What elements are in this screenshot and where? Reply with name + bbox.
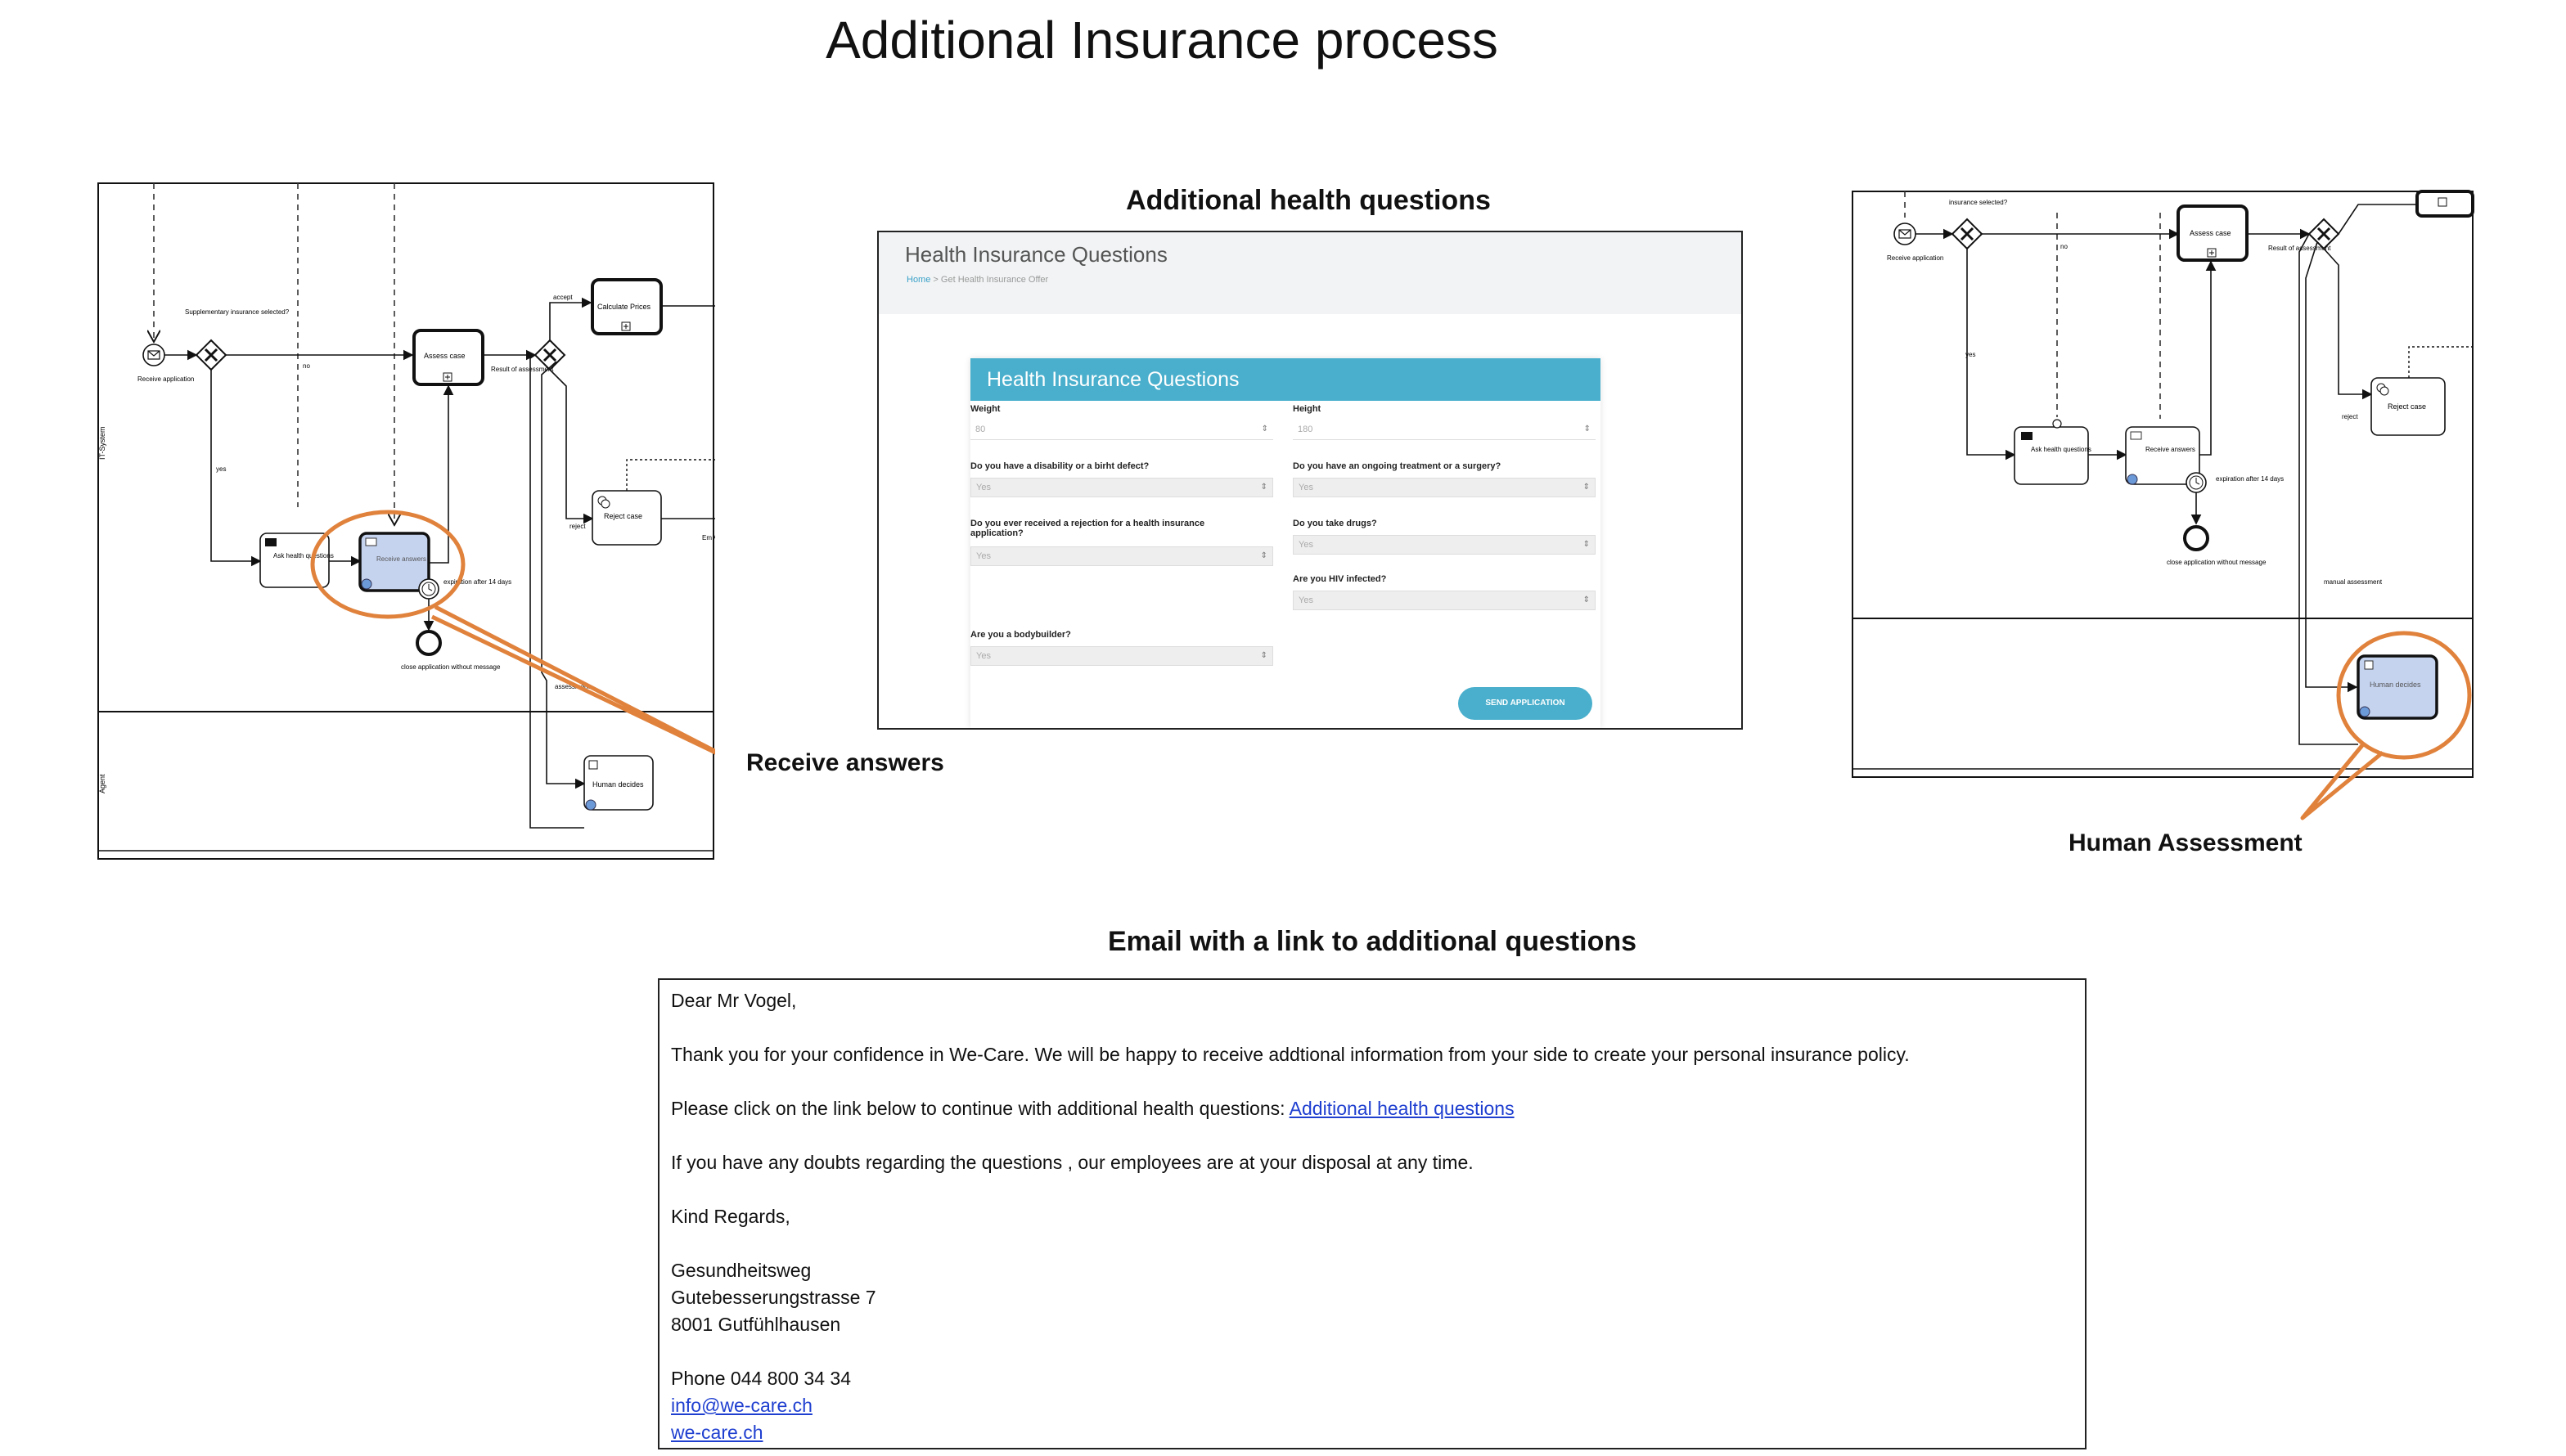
q-hiv-label: Are you HIV infected? bbox=[1293, 574, 1387, 584]
breadcrumb-separator: > bbox=[933, 275, 939, 285]
weight-label: Weight bbox=[970, 404, 1001, 414]
height-label: Height bbox=[1293, 404, 1321, 414]
lane-label-it: IT-System bbox=[98, 426, 106, 460]
email-paragraph-2: Please click on the link below to contin… bbox=[671, 1098, 1515, 1120]
q-treatment-label: Do you have an ongoing treatment or a su… bbox=[1293, 461, 1501, 471]
q-disability-select[interactable]: Yes ⇕ bbox=[970, 478, 1273, 497]
weight-stepper-icon[interactable]: ⇕ bbox=[1262, 420, 1268, 438]
email-address-link[interactable]: info@we-care.ch bbox=[671, 1395, 813, 1417]
timer-boundary-event bbox=[418, 578, 439, 600]
receive-answers-label: Receive answers bbox=[376, 555, 426, 563]
reject-label: reject bbox=[2342, 413, 2358, 420]
receive-application-event bbox=[1893, 222, 1916, 245]
height-value: 180 bbox=[1298, 425, 1313, 434]
email-body: Dear Mr Vogel, Thank you for your confid… bbox=[658, 978, 2087, 1449]
cut-text: Em Ap bbox=[702, 534, 715, 542]
gateway-question-label: insurance selected? bbox=[1949, 199, 2008, 206]
q-treatment-value: Yes bbox=[1299, 483, 1313, 492]
height-input[interactable]: 180 ⇕ bbox=[1293, 420, 1596, 440]
q-drugs-label: Do you take drugs? bbox=[1293, 519, 1377, 528]
gateway-question-label: Supplementary insurance selected? bbox=[185, 308, 290, 316]
q-drugs-select[interactable]: Yes ⇕ bbox=[1293, 535, 1596, 555]
q-drugs-value: Yes bbox=[1299, 540, 1313, 550]
form-card-title: Health Insurance Questions bbox=[970, 358, 1600, 401]
accept-label: accept bbox=[553, 294, 573, 301]
receive-application-label: Receive application bbox=[137, 375, 194, 383]
breadcrumb-home-link[interactable]: Home bbox=[907, 275, 930, 285]
reject-case-label: Reject case bbox=[604, 512, 642, 520]
process-diagram-right: insurance selected? Receive application … bbox=[1852, 190, 2474, 820]
assess-case-label: Assess case bbox=[424, 352, 466, 360]
email-paragraph-1: Thank you for your confidence in We-Care… bbox=[671, 1044, 1910, 1065]
email-section-title: Email with a link to additional question… bbox=[1107, 926, 1637, 957]
q-hiv-value: Yes bbox=[1299, 595, 1313, 605]
q-rejection-select[interactable]: Yes ⇕ bbox=[970, 546, 1273, 566]
q-rejection-value: Yes bbox=[976, 551, 991, 561]
chevron-updown-icon: ⇕ bbox=[1260, 551, 1267, 560]
flow-yes-label: yes bbox=[1965, 351, 1975, 358]
chevron-updown-icon: ⇕ bbox=[1582, 483, 1590, 492]
form-header: Health Insurance Questions Home > Get He… bbox=[879, 232, 1741, 314]
height-stepper-icon[interactable]: ⇕ bbox=[1584, 420, 1591, 438]
q-rejection-label: Do you ever received a rejection for a h… bbox=[970, 519, 1205, 538]
form-header-title: Health Insurance Questions bbox=[905, 242, 1168, 267]
q-hiv-select[interactable]: Yes ⇕ bbox=[1293, 591, 1596, 610]
email-paragraph-3: If you have any doubts regarding the que… bbox=[671, 1152, 1474, 1173]
human-decides-label: Human decides bbox=[2370, 681, 2421, 689]
receive-application-event bbox=[142, 344, 165, 366]
send-application-button[interactable]: SEND APPLICATION bbox=[1458, 687, 1592, 720]
close-application-label: close application without message bbox=[401, 663, 501, 671]
q-treatment-select[interactable]: Yes ⇕ bbox=[1293, 478, 1596, 497]
email-closing: Kind Regards, bbox=[671, 1206, 790, 1227]
ask-health-label: Ask health questions bbox=[273, 552, 334, 559]
email-city: 8001 Gutfühlhausen bbox=[671, 1314, 841, 1335]
ask-health-label: Ask health questions bbox=[2031, 446, 2091, 453]
breadcrumb-current: Get Health Insurance Offer bbox=[940, 275, 1049, 285]
flow-no-label: no bbox=[2060, 243, 2068, 250]
chevron-updown-icon: ⇕ bbox=[1582, 595, 1590, 604]
q-disability-value: Yes bbox=[976, 483, 991, 492]
email-phone: Phone 044 800 34 34 bbox=[671, 1368, 851, 1389]
chevron-updown-icon: ⇕ bbox=[1260, 483, 1267, 492]
close-application-event bbox=[2183, 525, 2209, 551]
chevron-updown-icon: ⇕ bbox=[1260, 651, 1267, 660]
website-link[interactable]: we-care.ch bbox=[671, 1422, 763, 1444]
close-application-event bbox=[416, 630, 442, 656]
email-greeting: Dear Mr Vogel, bbox=[671, 990, 797, 1011]
additional-questions-link[interactable]: Additional health questions bbox=[1290, 1098, 1515, 1119]
reject-case-label: Reject case bbox=[2388, 402, 2426, 411]
close-application-label: close application without message bbox=[2167, 559, 2267, 566]
process-diagram-left: IT-System Agent Receive application Supp… bbox=[97, 182, 715, 860]
email-street: Gutebesserungstrasse 7 bbox=[671, 1287, 876, 1308]
q-bodybuilder-label: Are you a bodybuilder? bbox=[970, 630, 1071, 640]
receive-application-label: Receive application bbox=[1887, 254, 1943, 262]
reject-label: reject bbox=[569, 523, 586, 530]
timer-boundary-event bbox=[2186, 472, 2207, 493]
calculate-prices-label: Calculate Prices bbox=[597, 303, 651, 311]
q-bodybuilder-value: Yes bbox=[976, 651, 991, 661]
assess-case-label: Assess case bbox=[2190, 229, 2231, 237]
human-decides-label: Human decides bbox=[592, 780, 644, 789]
page-title: Additional Insurance process bbox=[826, 11, 1498, 70]
form-screenshot: Health Insurance Questions Home > Get He… bbox=[877, 231, 1743, 730]
callout-receive-answers: Receive answers bbox=[746, 749, 944, 776]
chevron-updown-icon: ⇕ bbox=[1582, 540, 1590, 549]
flow-no-label: no bbox=[303, 362, 310, 370]
flow-yes-label: yes bbox=[216, 465, 226, 473]
email-link-intro: Please click on the link below to contin… bbox=[671, 1098, 1290, 1119]
form-card: Health Insurance Questions Weight 80 ⇕ Do… bbox=[970, 358, 1600, 728]
q-disability-label: Do you have a disability or a birht defe… bbox=[970, 461, 1150, 471]
weight-value: 80 bbox=[975, 425, 986, 434]
manual-assessment-label: manual assessment bbox=[2324, 578, 2383, 586]
expiration-label: expiration after 14 days bbox=[443, 578, 511, 586]
weight-input[interactable]: 80 ⇕ bbox=[970, 420, 1273, 440]
form-section-title: Additional health questions bbox=[1126, 185, 1491, 216]
breadcrumb: Home > Get Health Insurance Offer bbox=[907, 275, 1048, 285]
email-company: Gesundheitsweg bbox=[671, 1260, 812, 1281]
expiration-label: expiration after 14 days bbox=[2216, 475, 2284, 483]
receive-answers-label: Receive answers bbox=[2145, 446, 2195, 453]
lane-label-agent: Agent bbox=[98, 774, 106, 793]
callout-human-assessment: Human Assessment bbox=[2069, 829, 2303, 856]
q-bodybuilder-select[interactable]: Yes ⇕ bbox=[970, 646, 1273, 666]
